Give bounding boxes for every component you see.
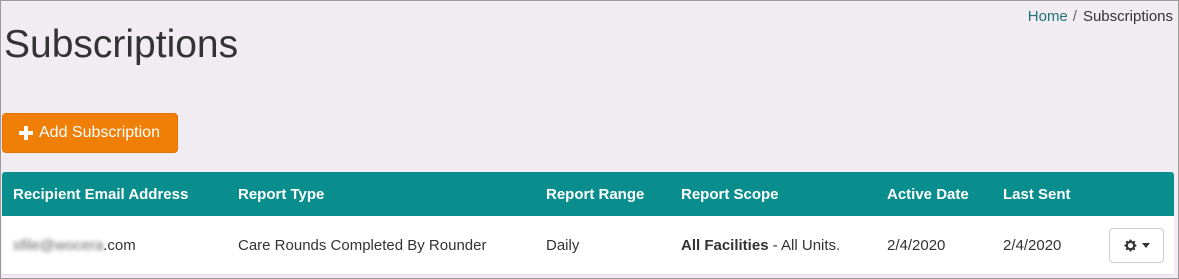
report-scope-facilities: All Facilities — [681, 236, 769, 254]
plus-icon — [19, 126, 33, 140]
column-header-report-type[interactable]: Report Type — [238, 172, 324, 216]
report-range: Daily — [546, 236, 580, 254]
row-actions-dropdown[interactable] — [1109, 228, 1164, 263]
report-scope: All Facilities - All Units. — [681, 216, 840, 274]
page-title: Subscriptions — [4, 23, 239, 66]
report-type: Care Rounds Completed By Rounder — [238, 236, 487, 254]
gear-icon — [1124, 239, 1137, 252]
column-header-recipient[interactable]: Recipient Email Address — [13, 172, 188, 216]
breadcrumb-separator: / — [1072, 8, 1077, 25]
breadcrumb-current: Subscriptions — [1082, 8, 1173, 25]
add-subscription-label: Add Subscription — [39, 124, 160, 141]
last-sent: 2/4/2020 — [1003, 236, 1062, 254]
recipient-email-domain: .com — [103, 236, 136, 254]
active-date: 2/4/2020 — [887, 236, 946, 254]
recipient-email: sfile@wocera .com — [13, 216, 136, 274]
column-header-report-range[interactable]: Report Range — [546, 172, 644, 216]
breadcrumb: Home / Subscriptions — [1028, 8, 1173, 25]
column-header-last-sent[interactable]: Last Sent — [1003, 172, 1071, 216]
table-header: Recipient Email Address Report Type Repo… — [2, 172, 1174, 216]
column-header-active-date[interactable]: Active Date — [887, 172, 969, 216]
column-header-report-scope[interactable]: Report Scope — [681, 172, 779, 216]
breadcrumb-home-link[interactable]: Home — [1028, 8, 1068, 25]
subscriptions-table: Recipient Email Address Report Type Repo… — [2, 172, 1174, 275]
chevron-down-icon — [1142, 243, 1150, 248]
table-row: sfile@wocera .com Care Rounds Completed B… — [2, 216, 1174, 275]
recipient-email-redacted: sfile@wocera — [13, 236, 104, 254]
report-scope-units: - All Units. — [768, 236, 841, 254]
add-subscription-button[interactable]: Add Subscription — [2, 113, 178, 153]
